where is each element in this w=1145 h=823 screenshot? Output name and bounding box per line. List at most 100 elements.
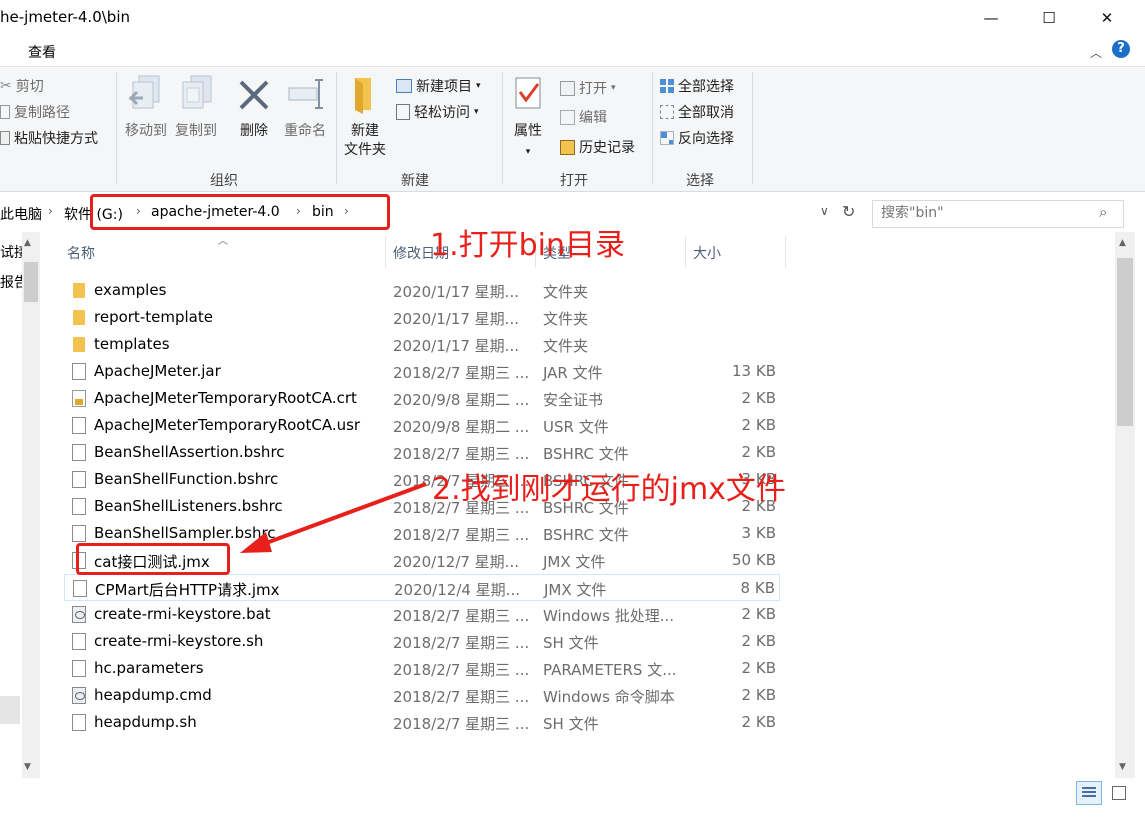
file-icon [72, 498, 86, 515]
file-name: BeanShellAssertion.bshrc [94, 443, 285, 461]
maximize-button[interactable]: ☐ [1020, 0, 1078, 36]
search-input[interactable] [881, 204, 1081, 222]
properties-button[interactable]: 属性 ▾ [508, 74, 548, 162]
copy-path-button[interactable]: 复制路径 [0, 102, 70, 122]
dropdown-arrow-icon: ▾ [611, 83, 616, 93]
folder-icon [73, 337, 85, 352]
annotation-highlight-file [76, 543, 230, 575]
new-folder-icon [355, 78, 371, 114]
window-title: he-jmeter-4.0\bin [0, 8, 130, 26]
file-type: JAR 文件 [543, 364, 603, 382]
file-date: 2018/2/7 星期三 ... [393, 634, 530, 652]
help-icon[interactable]: ? [1112, 40, 1130, 58]
file-date: 2020/9/8 星期二 ... [393, 418, 530, 436]
file-row[interactable]: create-rmi-keystore.bat 2018/2/7 星期三 ... W… [64, 601, 780, 628]
details-view-icon [1082, 787, 1096, 799]
file-name: templates [94, 335, 170, 353]
history-button[interactable]: 历史记录 [560, 137, 635, 157]
file-name: ApacheJMeter.jar [94, 362, 221, 380]
scroll-down-icon[interactable]: ▼ [24, 762, 31, 772]
file-size: 13 KB [732, 362, 776, 380]
file-date: 2018/2/7 星期三 ... [393, 742, 530, 760]
file-row[interactable]: BeanShellAssertion.bshrc 2018/2/7 星期三 ...… [64, 439, 780, 466]
collapse-ribbon-icon[interactable]: ︿ [1090, 44, 1102, 61]
file-name: create-rmi-keystore.sh [94, 632, 264, 650]
delete-x-icon [239, 80, 269, 110]
dropdown-arrow-icon: ▾ [476, 81, 481, 91]
file-size: 2 KB [741, 659, 776, 677]
column-divider[interactable] [785, 236, 786, 268]
column-header-name[interactable]: 名称 [67, 243, 95, 263]
file-row[interactable]: heapdump.sh 2018/2/7 星期三 ... SH 文件 2 KB [64, 709, 780, 736]
file-icon [72, 471, 86, 488]
new-item-button[interactable]: 新建项目 ▾ [396, 76, 481, 96]
scroll-up-icon[interactable]: ▲ [24, 238, 31, 248]
rename-button[interactable]: 重命名 [278, 74, 332, 141]
select-none-button[interactable]: 全部取消 [660, 102, 734, 122]
breadcrumb-this-pc[interactable]: 此电脑 [0, 204, 42, 224]
easy-access-button[interactable]: 轻松访问 ▾ [396, 102, 479, 122]
minimize-button[interactable]: — [962, 0, 1020, 36]
paste-shortcut-icon [0, 131, 10, 145]
file-type: SH 文件 [543, 715, 599, 733]
file-size: 2 KB [741, 605, 776, 623]
move-to-button[interactable]: 移动到 [122, 74, 170, 141]
search-icon[interactable]: ⌕ [1099, 203, 1107, 221]
file-row[interactable]: examples 2020/1/17 星期... 文件夹 [64, 277, 780, 304]
minimize-icon: — [983, 9, 999, 27]
file-date: 2018/2/7 星期三 ... [393, 445, 530, 463]
address-dropdown-icon[interactable]: ∨ [820, 204, 829, 218]
file-icon [72, 444, 86, 461]
ribbon-separator [752, 72, 753, 184]
file-row[interactable]: report-template 2020/1/17 星期... 文件夹 [64, 304, 780, 331]
file-row[interactable]: ApacheJMeter.jar 2018/2/7 星期三 ... JAR 文件 13… [64, 358, 780, 385]
chevron-right-icon[interactable]: › [48, 204, 53, 218]
file-row[interactable]: jaas.conf 2018/2/7 星期三 ... CONF 文件 2 KB [64, 736, 780, 763]
file-row[interactable]: ApacheJMeterTemporaryRootCA.crt 2020/9/8 … [64, 385, 780, 412]
paste-shortcut-button[interactable]: 粘贴快捷方式 [0, 128, 98, 148]
file-row[interactable]: ApacheJMeterTemporaryRootCA.usr 2020/9/8 … [64, 412, 780, 439]
file-name: jaas.conf [94, 740, 162, 758]
tab-view[interactable]: 查看 [28, 42, 56, 62]
scissors-icon: ✂ [0, 78, 12, 94]
select-all-button[interactable]: 全部选择 [660, 76, 734, 96]
delete-button[interactable]: 删除 [232, 74, 276, 141]
invert-selection-button[interactable]: 反向选择 [660, 128, 734, 148]
copy-to-icon [182, 75, 212, 109]
column-header-size[interactable]: 大小 [693, 243, 721, 263]
select-all-icon [660, 79, 674, 93]
file-type: BSHRC 文件 [543, 526, 629, 544]
file-size: 2 KB [741, 389, 776, 407]
open-button[interactable]: 打开 ▾ [560, 78, 616, 98]
annotation-step1: 1.打开bin目录 [430, 228, 626, 263]
file-type: JMX 文件 [544, 581, 607, 599]
search-box[interactable]: ⌕ [872, 200, 1124, 228]
cut-button[interactable]: ✂ 剪切 [0, 76, 44, 96]
file-row[interactable]: templates 2020/1/17 星期... 文件夹 [64, 331, 780, 358]
details-view-button[interactable] [1076, 781, 1102, 805]
batch-file-icon [72, 687, 86, 704]
large-icons-view-button[interactable] [1108, 783, 1130, 803]
edit-button[interactable]: 编辑 [560, 107, 607, 127]
sort-ascending-icon: ︿ [218, 236, 228, 247]
column-divider[interactable] [685, 236, 686, 268]
file-row[interactable]: CPMart后台HTTP请求.jmx 2020/12/4 星期... JMX 文件 8… [64, 574, 780, 601]
refresh-icon[interactable]: ↻ [842, 202, 855, 221]
file-row[interactable]: create-rmi-keystore.sh 2018/2/7 星期三 ... SH… [64, 628, 780, 655]
file-name: heapdump.sh [94, 713, 197, 731]
file-name: ApacheJMeterTemporaryRootCA.crt [94, 389, 357, 407]
file-list-scrollbar-thumb[interactable] [1117, 258, 1133, 426]
column-divider[interactable] [385, 236, 386, 268]
maximize-icon: ☐ [1042, 9, 1056, 27]
new-item-icon [396, 79, 412, 93]
scroll-up-icon[interactable]: ▲ [1119, 238, 1126, 248]
close-button[interactable]: ✕ [1078, 0, 1136, 36]
new-folder-button[interactable]: 新建 文件夹 [340, 74, 390, 160]
copy-path-icon [0, 105, 10, 119]
file-row[interactable]: hc.parameters 2018/2/7 星期三 ... PARAMETERS … [64, 655, 780, 682]
file-row[interactable]: heapdump.cmd 2018/2/7 星期三 ... Windows 命令脚本… [64, 682, 780, 709]
file-name: create-rmi-keystore.bat [94, 605, 271, 623]
file-type: CONF 文件 [543, 742, 620, 760]
copy-to-button[interactable]: 复制到 [172, 74, 220, 141]
scroll-down-icon[interactable]: ▼ [1119, 762, 1126, 772]
